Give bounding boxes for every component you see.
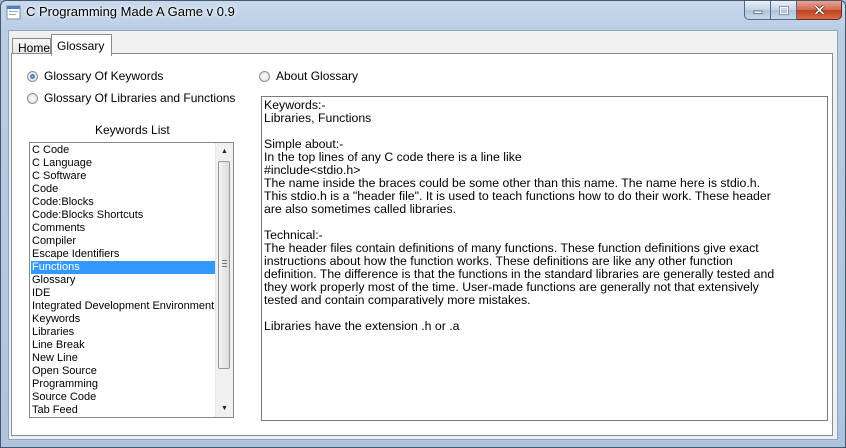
list-item[interactable]: Functions	[31, 261, 217, 274]
maximize-icon	[778, 5, 789, 15]
keywords-list-items: C Code C Language C Software Code Code:Block…	[31, 144, 217, 417]
caption-buttons	[744, 1, 842, 20]
text-line	[264, 216, 827, 229]
keywords-list-title: Keywords List	[95, 123, 170, 137]
window-title: C Programming Made A Game v 0.9	[26, 4, 235, 19]
list-item[interactable]: Libraries	[31, 326, 217, 339]
scroll-thumb[interactable]	[218, 161, 230, 369]
list-item[interactable]: New Line	[31, 352, 217, 365]
radio-checked-icon	[27, 70, 38, 82]
radio-glossary-libraries[interactable]: Glossary Of Libraries and Functions	[27, 91, 235, 105]
text-line: are also sometimes called libraries.	[264, 202, 457, 216]
list-item[interactable]: C Code	[31, 144, 217, 157]
list-item[interactable]: IDE	[31, 287, 217, 300]
scroll-up-arrow-icon: ▲	[221, 148, 228, 155]
list-item[interactable]: C Software	[31, 170, 217, 183]
text-line: Libraries have the extension .h or .a	[264, 319, 460, 333]
scroll-down-arrow-icon: ▼	[221, 405, 228, 412]
tab-glossary[interactable]: Glossary	[51, 34, 112, 56]
app-icon[interactable]	[6, 5, 21, 20]
minimize-icon	[753, 10, 762, 14]
close-button[interactable]	[797, 1, 842, 20]
app-window: C Programming Made A Game v 0.9 Home Glo…	[0, 0, 846, 448]
list-item[interactable]: Code:Blocks	[31, 196, 217, 209]
radio-glossary-keywords-label: Glossary Of Keywords	[44, 69, 164, 83]
list-item[interactable]: Integrated Development Environment	[31, 300, 217, 313]
text-line: tested and contain comparatively more mi…	[264, 293, 531, 307]
client-area: Home Glossary Glossary Of Keywords Gloss…	[8, 30, 838, 440]
title-bar[interactable]: C Programming Made A Game v 0.9	[1, 1, 845, 27]
list-item[interactable]: Comments	[31, 222, 217, 235]
radio-unchecked-icon	[27, 92, 38, 104]
list-item[interactable]: Glossary	[31, 274, 217, 287]
description-textbox[interactable]: Keywords:- Libraries, Functions Simple abo…	[261, 96, 828, 421]
text-line: Libraries, Functions	[264, 111, 372, 125]
text-line	[264, 125, 827, 138]
keywords-listbox[interactable]: C Code C Language C Software Code Code:Block…	[29, 142, 234, 418]
list-item[interactable]: Code	[31, 183, 217, 196]
scroll-up-button[interactable]: ▲	[216, 143, 233, 160]
radio-about-glossary[interactable]: About Glossary	[259, 69, 358, 83]
maximize-button[interactable]	[771, 1, 797, 20]
scroll-down-button[interactable]: ▼	[216, 400, 233, 417]
radio-glossary-keywords[interactable]: Glossary Of Keywords	[27, 69, 163, 83]
list-item[interactable]: Keywords	[31, 313, 217, 326]
list-item[interactable]: Line Break	[31, 339, 217, 352]
list-item[interactable]: Open Source	[31, 365, 217, 378]
glossary-tab-page: Glossary Of Keywords Glossary Of Librari…	[11, 53, 833, 436]
list-item[interactable]: Source Code	[31, 391, 217, 404]
radio-glossary-libraries-label: Glossary Of Libraries and Functions	[44, 91, 236, 105]
grip-icon	[222, 260, 227, 268]
list-item[interactable]: Code:Blocks Shortcuts	[31, 209, 217, 222]
list-item[interactable]: Escape Identifiers	[31, 248, 217, 261]
radio-unchecked-icon	[259, 70, 270, 82]
radio-about-glossary-label: About Glossary	[276, 69, 359, 83]
close-icon	[813, 5, 825, 15]
list-item[interactable]: Programming	[31, 378, 217, 391]
vertical-scrollbar[interactable]: ▲ ▼	[215, 143, 233, 417]
minimize-button[interactable]	[744, 1, 771, 20]
list-item[interactable]: Compiler	[31, 235, 217, 248]
list-item[interactable]: C Language	[31, 157, 217, 170]
list-item[interactable]: Tab Feed	[31, 404, 217, 417]
